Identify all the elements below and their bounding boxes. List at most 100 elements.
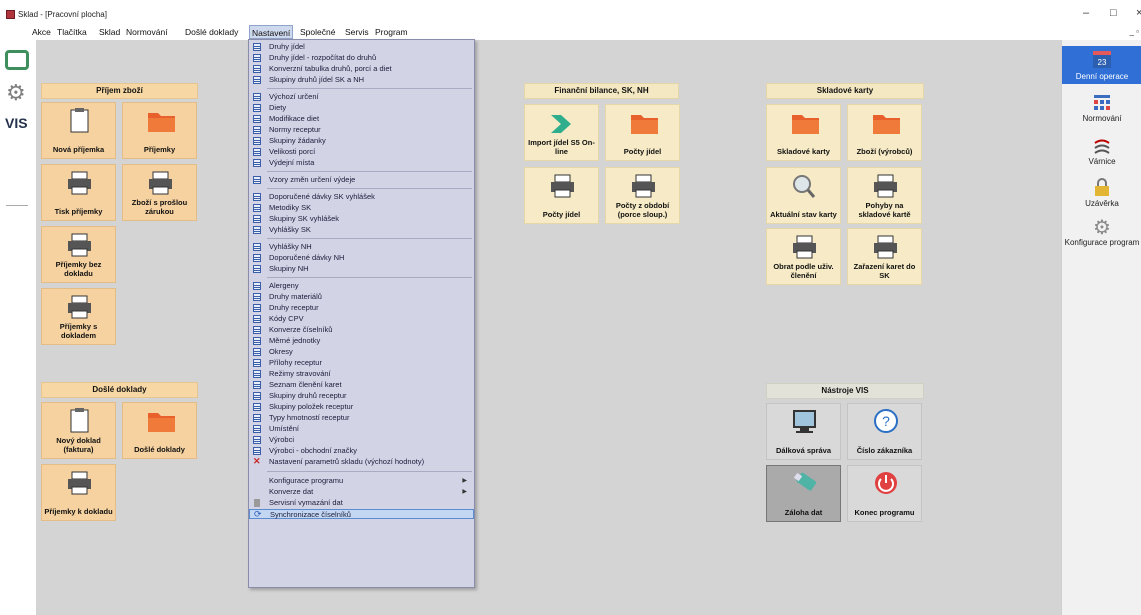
menu-separator xyxy=(267,277,472,278)
tile-pocty-z-obdobi[interactable]: Počty z období (porce sloup.) xyxy=(605,167,680,224)
menu-item-rezimy-stravovani[interactable]: Režimy stravování xyxy=(249,369,474,379)
menu-dosle-doklady[interactable]: Došlé doklady xyxy=(183,27,240,37)
tile-pocty-jidel[interactable]: Počty jídel xyxy=(605,104,680,161)
mdi-restore-controls[interactable]: _ ▫ xyxy=(1129,27,1139,36)
tile-konec-programu[interactable]: Konec programu xyxy=(847,465,922,522)
submenu-arrow-icon: ▶ xyxy=(462,489,467,495)
menu-item-konfigurace-programu[interactable]: Konfigurace programu ▶ xyxy=(249,476,474,486)
menu-item-doporucene-davky-nh[interactable]: Doporučené dávky NH xyxy=(249,253,474,263)
submenu-arrow-icon: ▶ xyxy=(462,478,467,484)
menu-item-konverze-dat[interactable]: Konverze dat ▶ xyxy=(249,487,474,497)
tile-prijemky-bez-dokladu[interactable]: Příjemky bez dokladu xyxy=(41,226,116,283)
menu-item-modifikace-diet[interactable]: Modifikace diet xyxy=(249,114,474,124)
menu-item-skupiny-nh[interactable]: Skupiny NH xyxy=(249,264,474,274)
tile-label: Příjemky xyxy=(143,144,176,154)
menu-normovani[interactable]: Normování xyxy=(124,27,170,37)
tile-label: Dálková správa xyxy=(775,445,832,455)
tile-label: Skladové karty xyxy=(777,146,830,156)
menu-item-vychozi-urceni[interactable]: Výchozí určení xyxy=(249,92,474,102)
tile-novy-doklad[interactable]: Nový doklad (faktura) xyxy=(41,402,116,459)
tile-prijemky[interactable]: Příjemky xyxy=(122,102,197,159)
menu-tlacitka[interactable]: Tlačítka xyxy=(55,27,89,37)
tile-import-jidel[interactable]: Import jídel S5 On-line xyxy=(524,104,599,161)
tile-prijemky-k-dokladu[interactable]: Příjemky k dokladu xyxy=(41,464,116,521)
maximize-button[interactable]: □ xyxy=(1110,7,1117,19)
tile-zaloha-dat[interactable]: Záloha dat xyxy=(766,465,841,522)
tile-pocty-jidel-tisk[interactable]: Počty jídel xyxy=(524,167,599,224)
tile-zarazeni-karet[interactable]: Zařazení karet do SK xyxy=(847,228,922,285)
menu-item-kody-cpv[interactable]: Kódy CPV xyxy=(249,314,474,324)
tile-dalkova-sprava[interactable]: Dálková správa xyxy=(766,403,841,460)
menu-item-skupiny-polozek-receptur[interactable]: Skupiny položek receptur xyxy=(249,402,474,412)
tile-tisk-prijemky[interactable]: Tisk příjemky xyxy=(41,164,116,221)
menu-item-typy-hmotnosti[interactable]: Typy hmotností receptur xyxy=(249,413,474,423)
tile-label: Tisk příjemky xyxy=(54,206,103,216)
menu-item-vyhlasky-sk[interactable]: Vyhlášky SK xyxy=(249,225,474,235)
menu-item-servisni-vymazani[interactable]: Servisní vymazání dat xyxy=(249,498,474,508)
close-button[interactable]: × xyxy=(1136,7,1141,19)
menu-item-prilohy-receptur[interactable]: Přílohy receptur xyxy=(249,358,474,368)
menu-item-vyrobci-znacky[interactable]: Výrobci - obchodní značky xyxy=(249,446,474,456)
menu-item-seznam-cleneni-karet[interactable]: Seznam členění karet xyxy=(249,380,474,390)
tile-label: Počty jídel xyxy=(623,146,662,156)
tile-obrat[interactable]: Obrat podle uživ. členění xyxy=(766,228,841,285)
menu-item-normy-receptur[interactable]: Normy receptur xyxy=(249,125,474,135)
menu-item-skupiny-sk-vyhlasek[interactable]: Skupiny SK vyhlášek xyxy=(249,214,474,224)
gear-icon[interactable]: ⚙ xyxy=(6,82,26,104)
menu-item-konverze-ciselniku[interactable]: Konverze číselníků xyxy=(249,325,474,335)
menu-item-okresy[interactable]: Okresy xyxy=(249,347,474,357)
menu-item-doporucene-davky-sk[interactable]: Doporučené dávky SK vyhlášek xyxy=(249,192,474,202)
workspace-icon[interactable] xyxy=(5,50,29,70)
menu-program[interactable]: Program xyxy=(373,27,410,37)
menu-item-vzory-zmen[interactable]: Vzory změn určení výdeje xyxy=(249,175,474,185)
menu-item-synchronizace[interactable]: ⟳ Synchronizace číselníků xyxy=(249,509,474,519)
rightbar-denni-operace[interactable]: 23 Denní operace xyxy=(1062,46,1141,84)
vis-logo[interactable]: VIS xyxy=(5,115,28,131)
menu-item-konverzni-tabulka[interactable]: Konverzní tabulka druhů, porcí a diet xyxy=(249,64,474,74)
menu-item-druhy-receptur[interactable]: Druhy receptur xyxy=(249,303,474,313)
tile-cislo-zakaznika[interactable]: ? Číslo zákazníka xyxy=(847,403,922,460)
rightbar-normovani[interactable]: Normování xyxy=(1062,94,1141,130)
tile-zbozi-prosla-zaruka[interactable]: Zboží s prošlou zárukou xyxy=(122,164,197,221)
tile-dosle-doklady[interactable]: Došlé doklady xyxy=(122,402,197,459)
rightbar-konfigurace[interactable]: ⚙ Konfigurace program xyxy=(1062,218,1141,258)
lock-icon xyxy=(1095,178,1109,196)
menu-item-nastaveni-parametru[interactable]: ✕ Nastavení parametrů skladu (výchozí hod… xyxy=(249,457,474,467)
menu-item-vyhlasky-nh[interactable]: Vyhlášky NH xyxy=(249,242,474,252)
printer-icon xyxy=(848,172,921,200)
menu-item-druhy-jidel[interactable]: Druhy jídel xyxy=(249,42,474,52)
menu-item-skupiny-zadanky[interactable]: Skupiny žádanky xyxy=(249,136,474,146)
tile-prijemky-s-dokladem[interactable]: Příjemky s dokladem xyxy=(41,288,116,345)
tile-aktualni-stav[interactable]: Aktuální stav karty xyxy=(766,167,841,224)
menu-item-skupiny-druhu-receptur[interactable]: Skupiny druhů receptur xyxy=(249,391,474,401)
menu-akce[interactable]: Akce xyxy=(30,27,53,37)
menu-item-merne-jednotky[interactable]: Měrné jednotky xyxy=(249,336,474,346)
menu-sklad[interactable]: Sklad xyxy=(97,27,122,37)
group-header-financni: Finanční bilance, SK, NH xyxy=(524,83,679,99)
tile-pohyby[interactable]: Pohyby na skladové kartě xyxy=(847,167,922,224)
menu-item-vyrobci[interactable]: Výrobci xyxy=(249,435,474,445)
menu-item-druhy-materialu[interactable]: Druhy materiálů xyxy=(249,292,474,302)
menu-servis[interactable]: Servis xyxy=(343,27,371,37)
minimize-button[interactable]: – xyxy=(1083,7,1089,19)
table-icon xyxy=(253,126,261,134)
usb-drive-icon xyxy=(767,470,840,498)
tile-label: Obrat podle uživ. členění xyxy=(773,262,834,280)
tile-zbozi-vyrobcu[interactable]: Zboží (výrobců) xyxy=(847,104,922,161)
table-icon xyxy=(253,76,261,84)
tile-skladove-karty[interactable]: Skladové karty xyxy=(766,104,841,161)
menu-nastaveni[interactable]: Nastavení xyxy=(249,25,294,39)
menu-item-skupiny-druhu-jidel[interactable]: Skupiny druhů jídel SK a NH xyxy=(249,75,474,85)
tile-nova-prijemka[interactable]: Nová příjemka xyxy=(41,102,116,159)
menu-item-velikosti-porci[interactable]: Velikosti porcí xyxy=(249,147,474,157)
menu-item-vydejni-mista[interactable]: Výdejní místa xyxy=(249,158,474,168)
menu-spolecne[interactable]: Společné xyxy=(298,27,337,37)
table-icon xyxy=(253,326,261,334)
menu-item-druhy-jidel-rozpocitat[interactable]: Druhy jídel - rozpočítat do druhů xyxy=(249,53,474,63)
menu-item-alergeny[interactable]: Alergeny xyxy=(249,281,474,291)
rightbar-uzaverka[interactable]: Uzávěrka xyxy=(1062,177,1141,213)
rightbar-varnice[interactable]: Várnice xyxy=(1062,137,1141,175)
menu-item-metodiky-sk[interactable]: Metodiky SK xyxy=(249,203,474,213)
menu-item-diety[interactable]: Diety xyxy=(249,103,474,113)
menu-item-umisteni[interactable]: Umístění xyxy=(249,424,474,434)
